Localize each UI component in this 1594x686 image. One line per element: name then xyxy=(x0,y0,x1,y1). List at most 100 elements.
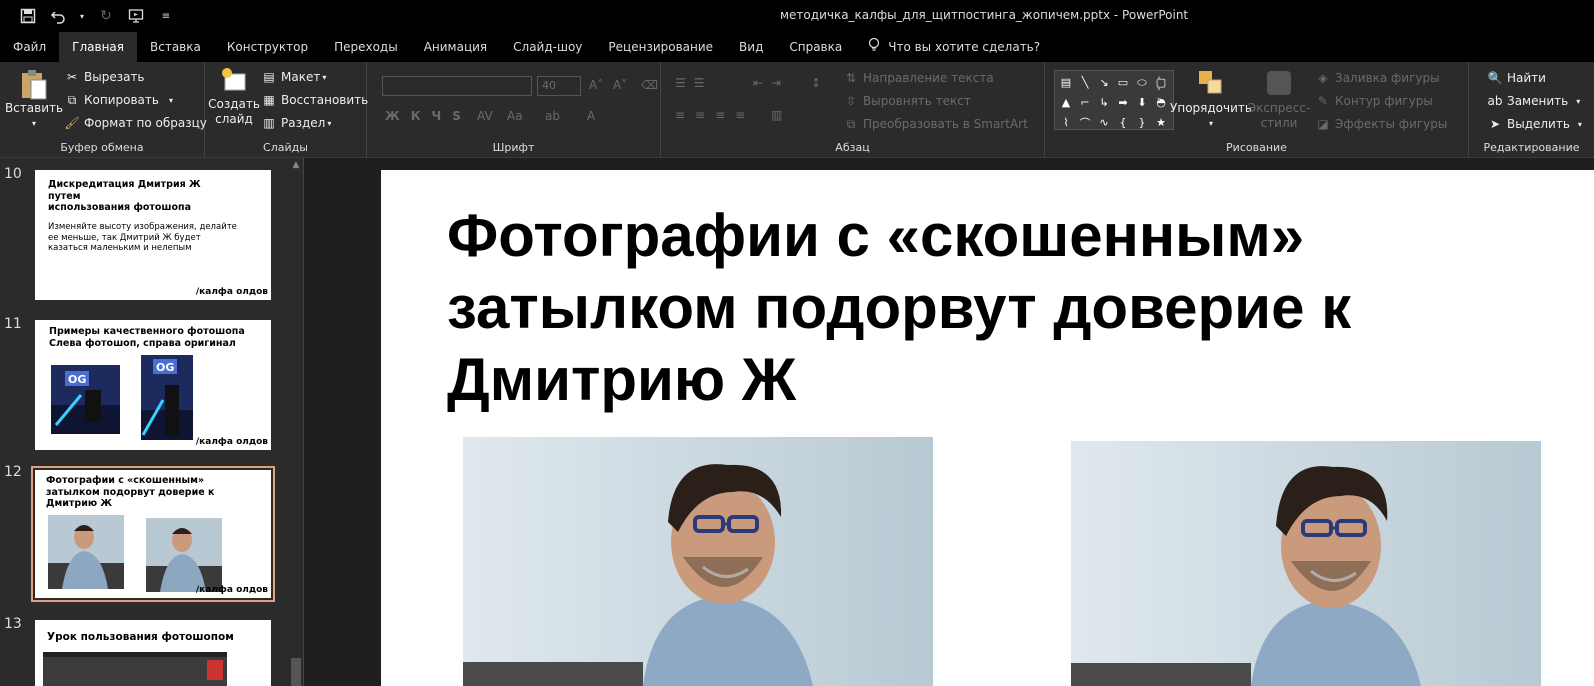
thumbnail-slide-10[interactable]: Дискредитация Дмитрия Ж путем использова… xyxy=(35,170,271,300)
line-shape-icon[interactable]: ╲ xyxy=(1076,73,1094,92)
star-shape-icon[interactable]: ★ xyxy=(1152,113,1170,132)
cursor-icon: ➤ xyxy=(1489,117,1501,131)
font-size-combo[interactable]: 40 xyxy=(537,76,581,96)
replace-button[interactable]: ab Заменить ▾ xyxy=(1487,93,1581,109)
shapes-gallery[interactable]: ▤ ╲ ↘ ▭ ⬭ ▢ ▲ ⌐ ↳ ➡ ⬇ ◓ ⌇ ⌒ ∿ { } ★ xyxy=(1054,70,1174,130)
thumbnail-title: Урок пользования фотошопом xyxy=(47,631,234,643)
list-buttons[interactable]: ☰☰ xyxy=(675,76,713,90)
find-button[interactable]: 🔍 Найти xyxy=(1487,70,1546,86)
down-arrow-shape-icon[interactable]: ⬇ xyxy=(1133,93,1151,112)
chevron-down-icon[interactable]: ▾ xyxy=(78,6,86,26)
tab-transitions[interactable]: Переходы xyxy=(321,32,411,62)
rectangle-shape-icon[interactable]: ▭ xyxy=(1114,73,1132,92)
thumbnail-slide-12[interactable]: Фотографии с «скошенным» затылком подорв… xyxy=(31,466,275,602)
format-painter-button[interactable]: 🖌 Формат по образцу xyxy=(64,115,207,131)
highlight-icon[interactable]: ab xyxy=(545,109,560,123)
elbow-arrow-shape-icon[interactable]: ↳ xyxy=(1095,93,1113,112)
font-style-buttons[interactable]: ЖКЧЅ xyxy=(385,109,472,123)
shape-effects-button[interactable]: ◪ Эффекты фигуры xyxy=(1315,116,1447,132)
tab-review[interactable]: Рецензирование xyxy=(595,32,726,62)
scissors-icon: ✂ xyxy=(66,70,78,84)
tab-file[interactable]: Файл xyxy=(0,32,59,62)
group-label-drawing: Рисование xyxy=(1226,141,1287,154)
smartart-button[interactable]: ⧉ Преобразовать в SmartArt xyxy=(843,116,1028,132)
thumbnail-slide-13[interactable]: Урок пользования фотошопом xyxy=(35,620,271,686)
pen-icon: ✎ xyxy=(1317,94,1329,108)
align-buttons[interactable]: ≡≡≡≡ xyxy=(675,108,755,122)
left-brace-shape-icon[interactable]: { xyxy=(1114,113,1132,132)
tab-help[interactable]: Справка xyxy=(776,32,855,62)
group-paragraph: ☰☰ ⇤⇥ ↕ ≡≡≡≡ ▥ ⇅ Направление текста ⇳ Выро… xyxy=(661,62,1045,158)
right-arrow-shape-icon[interactable]: ➡ xyxy=(1114,93,1132,112)
group-label-font: Шрифт xyxy=(492,141,535,154)
slide-number: 11 xyxy=(4,316,22,332)
arrow-line-shape-icon[interactable]: ↘ xyxy=(1095,73,1113,92)
undo-icon[interactable] xyxy=(48,6,68,26)
right-brace-shape-icon[interactable]: } xyxy=(1133,113,1151,132)
font-name-combo[interactable] xyxy=(382,76,532,96)
align-text-button[interactable]: ⇳ Выровнять текст xyxy=(843,93,971,109)
shrink-font-icon[interactable]: A˅ xyxy=(613,78,627,92)
save-icon[interactable] xyxy=(18,6,38,26)
cut-button[interactable]: ✂ Вырезать xyxy=(64,69,145,85)
present-icon[interactable] xyxy=(126,6,146,26)
slide-photo-skewed[interactable] xyxy=(463,437,933,686)
tab-view[interactable]: Вид xyxy=(726,32,776,62)
current-slide[interactable]: Фотографии с «скошенным» затылком подорв… xyxy=(381,170,1594,686)
thumbnail-photo-skewed xyxy=(48,515,124,589)
font-color-icon[interactable]: A xyxy=(587,109,595,123)
triangle-shape-icon[interactable]: ▲ xyxy=(1057,93,1075,112)
paste-button[interactable]: Вставить ▾ xyxy=(5,68,63,131)
change-case-icon[interactable]: Aa xyxy=(507,109,523,123)
arc-shape-icon[interactable]: ⌒ xyxy=(1076,113,1094,132)
select-button[interactable]: ➤ Выделить ▾ xyxy=(1487,116,1582,132)
shape-fill-button[interactable]: ◈ Заливка фигуры xyxy=(1315,70,1439,86)
section-icon: ▥ xyxy=(263,116,275,130)
connector-shape-icon[interactable]: ⌐ xyxy=(1076,93,1094,112)
thumbnail-signature: /калфа олдов xyxy=(195,437,268,447)
thumbnail-slide-11[interactable]: Примеры качественного фотошопа Слева фот… xyxy=(35,320,271,450)
paste-icon xyxy=(19,68,49,100)
reset-button[interactable]: ▦ Восстановить xyxy=(261,92,368,108)
clear-format-icon[interactable]: ⌫ xyxy=(641,78,658,92)
group-drawing: ▤ ╲ ↘ ▭ ⬭ ▢ ▲ ⌐ ↳ ➡ ⬇ ◓ ⌇ ⌒ ∿ { } ★ ▴ ▾ ▾ xyxy=(1045,62,1469,158)
freeform-shape-icon[interactable]: ⌇ xyxy=(1057,113,1075,132)
line-spacing-icon[interactable]: ↕ xyxy=(811,76,821,90)
textbox-shape-icon[interactable]: ▤ xyxy=(1057,73,1075,92)
copy-button[interactable]: ⧉ Копировать ▾ xyxy=(64,92,173,108)
thumbnail-screenshot xyxy=(43,652,227,686)
quick-styles-button[interactable]: Экспресс- стили xyxy=(1248,68,1310,131)
thumbnail-scrollbar[interactable]: ▲ xyxy=(288,158,304,686)
thumbnail-title: Примеры качественного фотошопа Слева фот… xyxy=(49,326,245,349)
scrollbar-thumb[interactable] xyxy=(291,658,301,686)
gallery-scroll-icon[interactable]: ▴ ▾ ▾ xyxy=(1157,72,1161,105)
indent-buttons[interactable]: ⇤⇥ xyxy=(753,76,789,90)
columns-icon[interactable]: ▥ xyxy=(771,108,782,122)
slide-title[interactable]: Фотографии с «скошенным» затылком подорв… xyxy=(447,200,1447,416)
shape-outline-button[interactable]: ✎ Контур фигуры xyxy=(1315,93,1433,109)
group-slides: Создать слайд ▤ Макет ▾ ▦ Восстановить ▥ Раз… xyxy=(205,62,368,158)
new-slide-button[interactable]: Создать слайд xyxy=(208,66,260,127)
thumbnail-photo-edited: OG xyxy=(51,365,120,434)
tab-slideshow[interactable]: Слайд-шоу xyxy=(500,32,595,62)
tell-me-search[interactable]: Что вы хотите сделать? xyxy=(855,32,1053,62)
layout-icon: ▤ xyxy=(263,70,275,84)
slide-photo-original[interactable] xyxy=(1071,441,1541,686)
grow-font-icon[interactable]: A˄ xyxy=(589,78,603,92)
scroll-up-icon[interactable]: ▲ xyxy=(291,160,301,170)
oval-shape-icon[interactable]: ⬭ xyxy=(1133,73,1151,92)
new-slide-icon xyxy=(219,66,249,94)
tab-animations[interactable]: Анимация xyxy=(411,32,500,62)
customize-icon[interactable]: ≡ xyxy=(156,6,176,26)
chevron-down-icon: ▾ xyxy=(322,72,327,82)
text-direction-button[interactable]: ⇅ Направление текста xyxy=(843,70,994,86)
tab-design[interactable]: Конструктор xyxy=(214,32,321,62)
redo-icon[interactable]: ↻ xyxy=(96,6,116,26)
curve-shape-icon[interactable]: ∿ xyxy=(1095,113,1113,132)
section-button[interactable]: ▥ Раздел ▾ xyxy=(261,115,331,131)
arrange-button[interactable]: Упорядочить ▾ xyxy=(1170,68,1252,131)
layout-button[interactable]: ▤ Макет ▾ xyxy=(261,69,326,85)
char-spacing-icon[interactable]: AV xyxy=(477,109,493,123)
tab-home[interactable]: Главная xyxy=(59,32,137,62)
tab-insert[interactable]: Вставка xyxy=(137,32,214,62)
